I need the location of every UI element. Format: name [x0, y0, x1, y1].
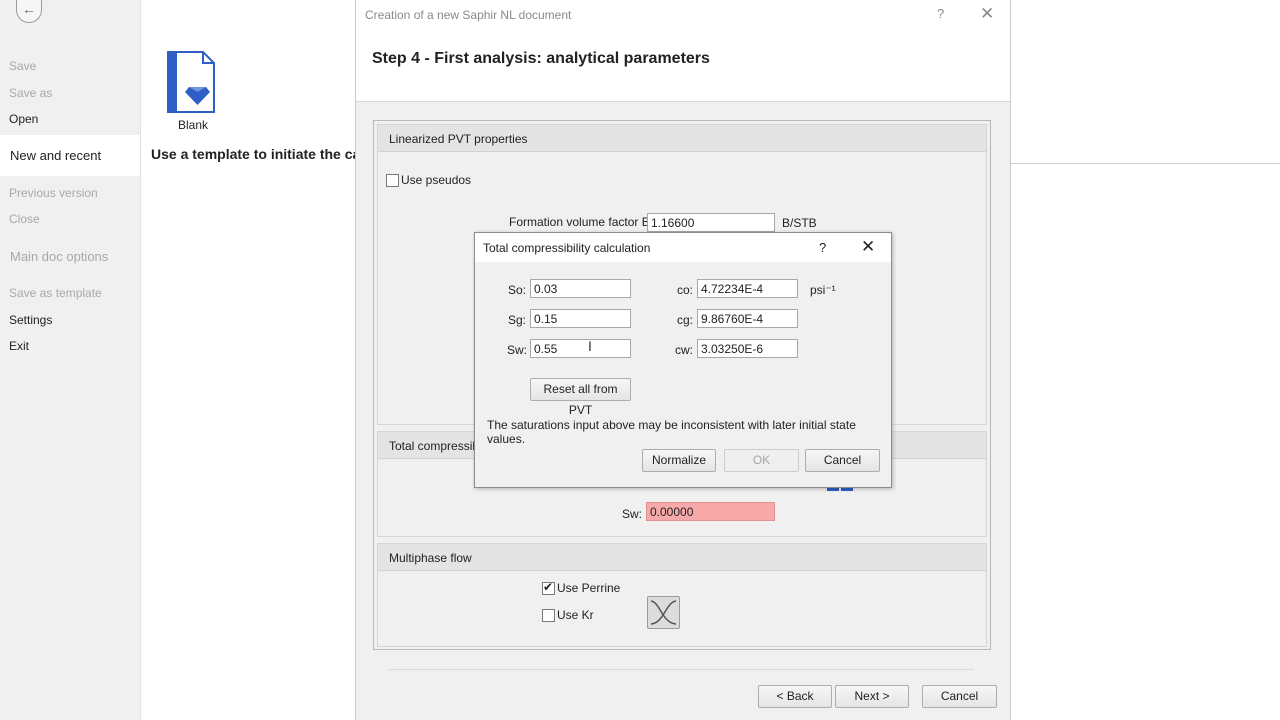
sw-label: Sw: [622, 507, 643, 521]
help-icon[interactable]: ? [819, 240, 826, 255]
pvt-group-title: Linearized PVT properties [389, 132, 528, 146]
sg-label: Sg: [508, 313, 527, 327]
sw-label: Sw: [507, 343, 528, 357]
sw-input[interactable]: 0.00000 [646, 502, 775, 521]
menu-item-main-doc-options[interactable]: Main doc options [10, 249, 108, 264]
use-kr-checkbox[interactable] [542, 609, 555, 622]
dialog-cancel-button[interactable]: Cancel [805, 449, 880, 472]
close-icon[interactable]: ✕ [861, 237, 875, 257]
compressibility-group-title: Total compressibili [389, 439, 488, 453]
cg-input[interactable]: 9.86760E-4 [697, 309, 798, 328]
backstage-menu: ← Save Save as Open New and recent Previ… [0, 0, 141, 720]
dialog-title: Total compressibility calculation [483, 241, 651, 255]
sg-input[interactable]: 0.15 [530, 309, 631, 328]
kr-curves-icon [650, 600, 677, 625]
menu-item-open[interactable]: Open [9, 112, 38, 126]
use-pseudos-label: Use pseudos [401, 173, 472, 187]
cg-label: cg: [677, 313, 694, 327]
back-arrow-button[interactable]: ← [16, 0, 42, 23]
co-input[interactable]: 4.72234E-4 [697, 279, 798, 298]
menu-item-close[interactable]: Close [9, 212, 40, 226]
sw-input[interactable]: 0.55 [530, 339, 631, 358]
menu-item-exit[interactable]: Exit [9, 339, 29, 353]
blank-document-icon[interactable] [167, 51, 215, 113]
kr-curves-button[interactable] [647, 596, 680, 629]
menu-item-save[interactable]: Save [9, 59, 36, 73]
help-icon[interactable]: ? [937, 6, 944, 21]
text-cursor-icon: I [588, 338, 592, 354]
fvf-input[interactable]: 1.16600 [647, 213, 775, 232]
fvf-unit: B/STB [782, 216, 817, 230]
pvt-group-header: Linearized PVT properties [378, 125, 986, 152]
compressibility-dialog: Total compressibility calculation ? ✕ So… [474, 232, 892, 488]
menu-item-new-and-recent[interactable]: New and recent [10, 148, 101, 163]
saturation-warning: The saturations input above may be incon… [487, 418, 856, 446]
co-label: co: [677, 283, 694, 297]
cancel-button[interactable]: Cancel [922, 685, 997, 708]
unit-label: psi⁻¹ [810, 283, 836, 297]
wizard-header: Creation of a new Saphir NL document ? ✕… [356, 0, 1010, 102]
use-kr-label: Use Kr [557, 608, 594, 622]
step-title: Step 4 - First analysis: analytical para… [372, 50, 710, 67]
menu-item-save-as[interactable]: Save as [9, 86, 52, 100]
use-pseudos-checkbox[interactable] [386, 174, 399, 187]
arrow-left-icon: ← [22, 1, 36, 17]
blank-label: Blank [178, 118, 209, 132]
dialog-titlebar: Total compressibility calculation ? ✕ [475, 233, 891, 262]
multiphase-group-title: Multiphase flow [389, 551, 472, 565]
cw-input[interactable]: 3.03250E-6 [697, 339, 798, 358]
use-perrine-checkbox[interactable] [542, 580, 555, 595]
close-icon[interactable]: ✕ [980, 4, 994, 24]
multiphase-group: Multiphase flow Use Perrine Use Kr [377, 543, 987, 647]
use-perrine-label: Use Perrine [557, 581, 621, 595]
next-button[interactable]: Next > [835, 685, 909, 708]
reset-from-pvt-button[interactable]: Reset all from PVT [530, 378, 631, 417]
fvf-label: Formation volume factor B: [509, 215, 654, 229]
button-separator [389, 669, 974, 670]
cw-label: cw: [675, 343, 693, 357]
back-button[interactable]: < Back [758, 685, 832, 708]
so-input[interactable]: 0.03 [530, 279, 631, 298]
multiphase-group-header: Multiphase flow [378, 544, 986, 571]
ok-button[interactable]: OK [724, 449, 799, 472]
normalize-button[interactable]: Normalize [642, 449, 716, 472]
so-label: So: [508, 283, 527, 297]
wizard-window-title: Creation of a new Saphir NL document [365, 8, 572, 22]
menu-item-save-as-template[interactable]: Save as template [9, 286, 102, 300]
menu-item-settings[interactable]: Settings [9, 313, 52, 327]
template-heading: Use a template to initiate the cas [151, 146, 356, 162]
divider [1010, 163, 1280, 164]
menu-item-previous-version[interactable]: Previous version [9, 186, 98, 200]
